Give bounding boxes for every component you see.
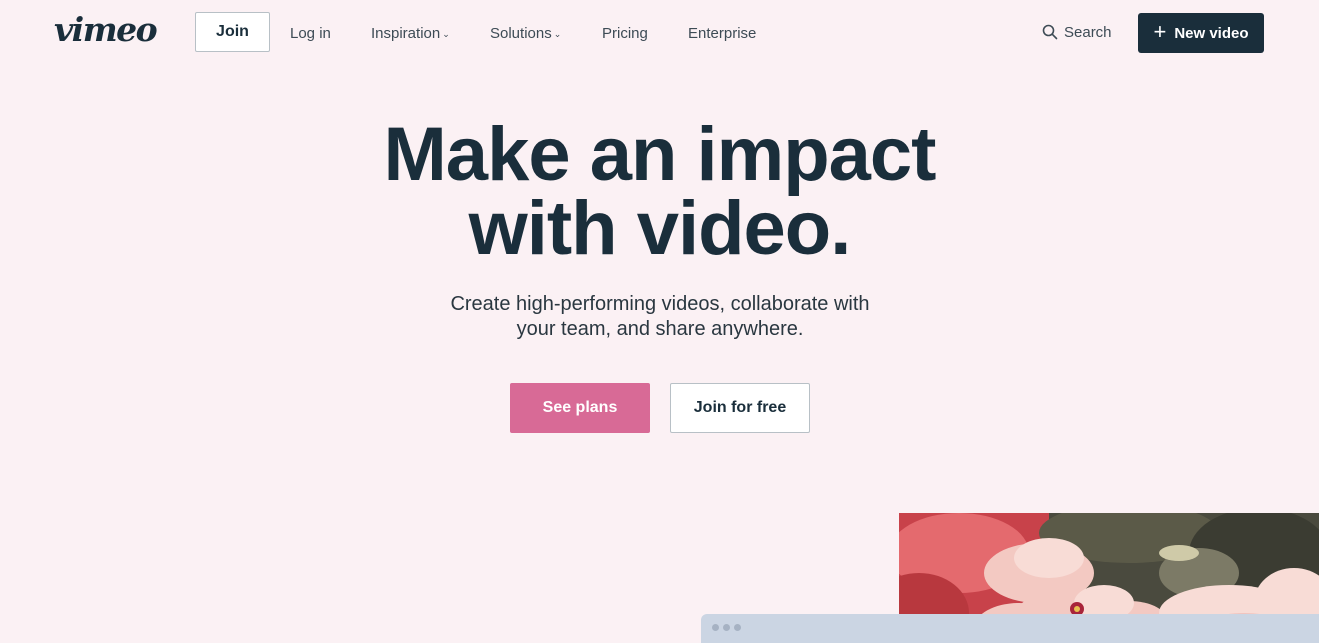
hero-subtitle-line-1: Create high-performing videos, collabora… [450, 293, 870, 315]
logo-text: vimeo [54, 10, 158, 49]
enterprise-link[interactable]: Enterprise [688, 22, 756, 44]
app-window-preview [701, 614, 1319, 643]
search-label: Search [1064, 23, 1112, 41]
chevron-down-icon: ⌄ [442, 29, 450, 39]
enterprise-label: Enterprise [688, 24, 757, 42]
hero-title-line-2: with video. [468, 186, 852, 271]
solutions-menu[interactable]: Solutions ⌄ [490, 22, 561, 44]
join-for-free-button[interactable]: Join for free [670, 383, 810, 433]
hero-title: Make an impact with video. [0, 117, 1319, 267]
join-button[interactable]: Join [195, 12, 270, 52]
hero-subtitle: Create high-performing videos, collabora… [420, 292, 900, 342]
pricing-link[interactable]: Pricing [602, 22, 648, 44]
chevron-down-icon: ⌄ [553, 29, 562, 39]
window-dot-icon [712, 624, 719, 631]
search-button[interactable]: Search [1042, 21, 1112, 43]
login-label: Log in [290, 24, 331, 42]
search-icon [1042, 24, 1058, 40]
inspiration-label: Inspiration [371, 24, 441, 42]
hero-subtitle-line-2: your team, and share anywhere. [516, 318, 804, 340]
window-controls [712, 624, 741, 631]
new-video-button[interactable]: + New video [1138, 13, 1264, 53]
plus-icon: + [1153, 19, 1167, 44]
pricing-label: Pricing [602, 24, 648, 42]
window-dot-icon [723, 624, 730, 631]
window-dot-icon [734, 624, 741, 631]
top-nav: vimeo Join Log in Inspiration ⌄ Solution… [0, 0, 1319, 64]
see-plans-button[interactable]: See plans [510, 383, 650, 433]
vimeo-logo[interactable]: vimeo [54, 12, 166, 48]
login-link[interactable]: Log in [290, 22, 331, 44]
hero-title-line-1: Make an impact [383, 112, 937, 197]
inspiration-menu[interactable]: Inspiration ⌄ [371, 22, 450, 44]
solutions-label: Solutions [490, 24, 552, 42]
new-video-label: New video [1174, 24, 1249, 42]
